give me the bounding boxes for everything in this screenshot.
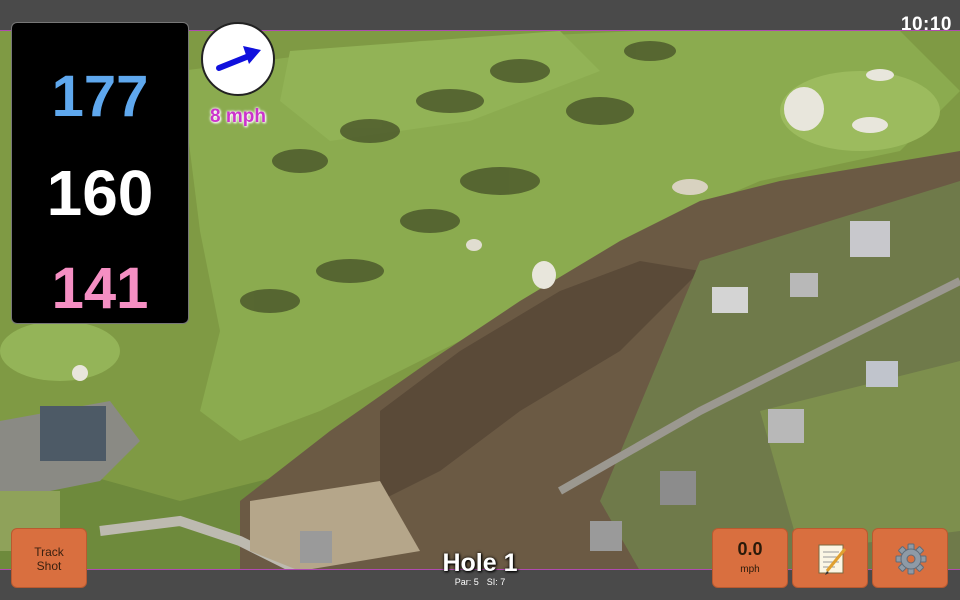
gear-icon bbox=[895, 543, 927, 575]
notes-button[interactable] bbox=[792, 528, 868, 588]
hole-info: Par: 5 SI: 7 bbox=[380, 577, 580, 587]
settings-button[interactable] bbox=[872, 528, 948, 588]
stroke-index-label: SI: 7 bbox=[486, 577, 506, 587]
speed-button[interactable]: 0.0 mph bbox=[712, 528, 788, 588]
track-shot-label-line1: Track bbox=[34, 545, 64, 559]
speed-unit: mph bbox=[740, 564, 760, 575]
clock: 10:10 bbox=[900, 14, 952, 35]
track-shot-button[interactable]: Track Shot bbox=[11, 528, 87, 588]
back-distance: 177 bbox=[51, 64, 149, 129]
track-shot-label-line2: Shot bbox=[36, 559, 62, 573]
wind-indicator bbox=[201, 22, 275, 96]
wind-speed: 8 mph bbox=[210, 106, 266, 127]
front-distance: 141 bbox=[51, 256, 149, 321]
arrow-right-icon bbox=[216, 46, 261, 71]
speed-value: 0.0 bbox=[737, 539, 763, 559]
middle-distance: 160 bbox=[46, 157, 154, 229]
notepad-icon bbox=[818, 544, 847, 575]
distance-panel: 177 160 141 bbox=[11, 22, 189, 324]
par-label: Par: 5 bbox=[454, 577, 479, 587]
hole-title: Hole 1 bbox=[442, 549, 518, 577]
